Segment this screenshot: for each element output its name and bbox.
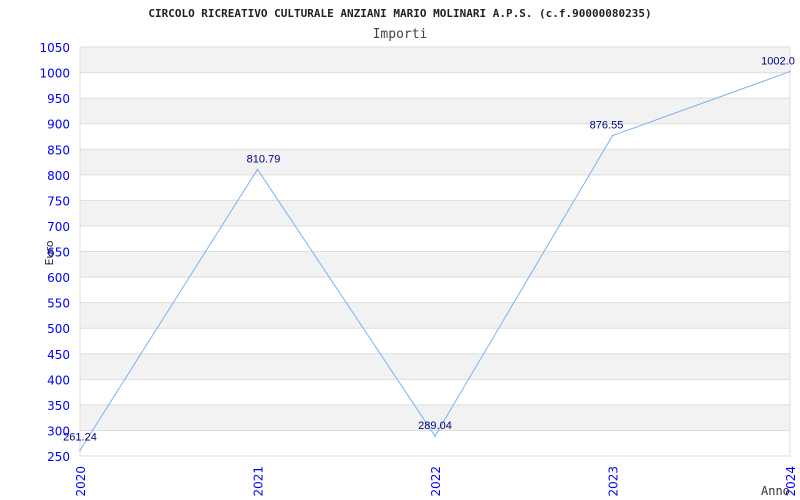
chart: CIRCOLO RICREATIVO CULTURALE ANZIANI MAR… [0,0,800,500]
data-label: 876.55 [590,120,624,132]
grid-band [80,47,790,73]
y-axis-label: Euro [43,240,56,265]
y-tick-label: 900 [47,118,70,132]
line-chart: CIRCOLO RICREATIVO CULTURALE ANZIANI MAR… [39,7,798,498]
y-tick-label: 850 [47,143,70,157]
data-point [611,134,614,137]
y-tick-label: 700 [47,220,70,234]
data-point [434,435,436,437]
x-axis-label: Anno [761,484,790,498]
y-tick-label: 750 [47,194,70,208]
y-tick-label: 800 [47,169,70,183]
y-tick-label: 400 [47,373,70,387]
data-label: 289.04 [418,420,452,432]
y-tick-label: 350 [47,399,70,413]
y-tick-label: 600 [47,271,70,285]
grid-band [80,251,790,278]
y-tick-label: 550 [47,297,70,311]
data-label: 1002.0 [761,56,795,68]
grid-band [80,302,790,329]
x-tick-label: 2022 [429,466,443,497]
data-label: 261.24 [63,431,97,443]
x-tick-label: 2020 [74,466,88,497]
y-tick-label: 500 [47,322,70,336]
grid-band [80,149,790,175]
grid-band [80,98,790,124]
y-tick-label: 1000 [39,67,70,81]
data-point [789,70,791,73]
grid-band [80,200,790,226]
x-tick-label: 2023 [607,466,621,497]
chart-title: CIRCOLO RICREATIVO CULTURALE ANZIANI MAR… [148,7,651,20]
y-tick-label: 1050 [39,41,70,55]
data-point [79,449,81,452]
x-tick-label: 2021 [252,466,266,497]
data-label: 810.79 [247,153,281,165]
y-tick-label: 250 [47,450,70,464]
chart-subtitle: Importi [373,27,428,42]
y-tick-label: 450 [47,348,70,362]
grid-band [80,353,790,380]
data-point [256,168,259,171]
y-tick-label: 950 [47,92,70,106]
